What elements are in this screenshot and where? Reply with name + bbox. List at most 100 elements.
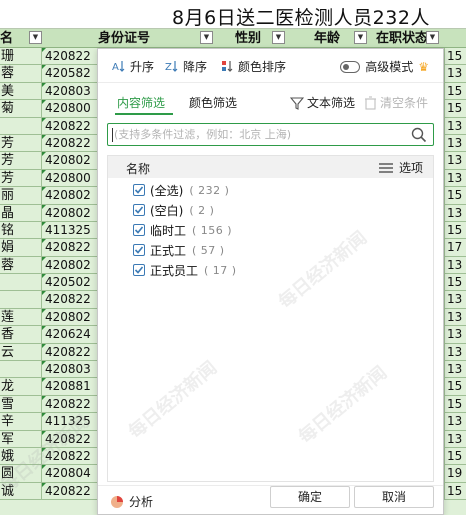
cell-right[interactable]: 15 <box>444 82 466 100</box>
cell-name[interactable]: 娟 <box>0 239 42 256</box>
cell-name[interactable]: 辛 <box>0 413 42 430</box>
cell-name[interactable]: 蓉 <box>0 65 42 82</box>
filter-dropdown-job[interactable]: ▼ <box>426 31 439 44</box>
cell-right[interactable]: 13 <box>444 361 466 378</box>
toggle-switch[interactable] <box>340 60 361 73</box>
cell-name[interactable]: 诚 <box>0 482 42 500</box>
ok-button[interactable]: 确定 <box>270 486 350 508</box>
cell-id[interactable]: 420822 <box>42 134 98 152</box>
cell-name[interactable]: 铭 <box>0 221 42 239</box>
cell-id[interactable]: 420582 <box>42 65 98 82</box>
cell-right[interactable]: 13 <box>444 308 466 326</box>
cell-id[interactable]: 420822 <box>42 48 98 65</box>
cell-right[interactable]: 15 <box>444 447 466 465</box>
cell-id[interactable]: 420881 <box>42 378 98 395</box>
cell-name[interactable]: 龙 <box>0 378 42 395</box>
cell-name[interactable]: 芳 <box>0 169 42 187</box>
cell-name[interactable] <box>0 274 42 291</box>
cell-right[interactable]: 13 <box>444 291 466 308</box>
cell-id[interactable]: 420502 <box>42 274 98 291</box>
search-icon[interactable] <box>411 127 427 143</box>
cell-name[interactable]: 莲 <box>0 308 42 326</box>
cancel-button[interactable]: 取消 <box>354 486 434 508</box>
cell-name[interactable]: 芳 <box>0 152 42 169</box>
cell-id[interactable]: 420822 <box>42 482 98 500</box>
cell-right[interactable]: 15 <box>444 187 466 204</box>
cell-right[interactable]: 13 <box>444 65 466 82</box>
cell-right[interactable]: 15 <box>444 48 466 65</box>
cell-name[interactable]: 珊 <box>0 48 42 65</box>
cell-right[interactable]: 13 <box>444 152 466 169</box>
sort-desc-button[interactable]: Z 降序 <box>165 58 207 74</box>
checkbox[interactable] <box>133 224 145 236</box>
cell-right[interactable]: 13 <box>444 134 466 152</box>
cell-name[interactable]: 雪 <box>0 395 42 413</box>
filter-dropdown-id[interactable]: ▼ <box>200 31 213 44</box>
cell-name[interactable] <box>0 117 42 134</box>
filter-list-item[interactable]: 正式工 ( 57 ) <box>108 240 433 260</box>
cell-id[interactable]: 420822 <box>42 343 98 361</box>
checkbox[interactable] <box>133 204 145 216</box>
advanced-mode-toggle[interactable]: 高级模式 ♛ <box>340 58 429 75</box>
tab-color-filter[interactable]: 颜色筛选 <box>189 94 237 111</box>
cell-right[interactable]: 13 <box>444 204 466 221</box>
filter-search-input[interactable] <box>114 127 404 142</box>
filter-dropdown-sex[interactable]: ▼ <box>272 31 285 44</box>
cell-id[interactable]: 420822 <box>42 291 98 308</box>
filter-dropdown-name[interactable]: ▼ <box>29 31 42 44</box>
filter-list-item[interactable]: (全选) ( 232 ) <box>108 180 433 200</box>
cell-id[interactable]: 420822 <box>42 395 98 413</box>
cell-id[interactable]: 420802 <box>42 152 98 169</box>
cell-name[interactable]: 美 <box>0 82 42 100</box>
cell-name[interactable]: 丽 <box>0 187 42 204</box>
cell-id[interactable]: 420822 <box>42 117 98 134</box>
cell-right[interactable]: 15 <box>444 395 466 413</box>
cell-id[interactable]: 411325 <box>42 221 98 239</box>
cell-right[interactable]: 15 <box>444 378 466 395</box>
tab-content-filter[interactable]: 内容筛选 <box>117 94 165 111</box>
cell-id[interactable]: 420803 <box>42 361 98 378</box>
cell-id[interactable]: 420802 <box>42 308 98 326</box>
analyze-button[interactable]: 分析 <box>110 493 153 510</box>
filter-dropdown-age[interactable]: ▼ <box>354 31 367 44</box>
cell-name[interactable] <box>0 291 42 308</box>
cell-id[interactable]: 420822 <box>42 447 98 465</box>
cell-name[interactable]: 圆 <box>0 465 42 482</box>
cell-right[interactable]: 17 <box>444 239 466 256</box>
cell-name[interactable]: 蓉 <box>0 256 42 274</box>
cell-id[interactable]: 420802 <box>42 187 98 204</box>
cell-right[interactable]: 15 <box>444 482 466 500</box>
cell-name[interactable]: 娥 <box>0 447 42 465</box>
text-filter-button[interactable]: 文本筛选 <box>290 94 355 111</box>
cell-name[interactable]: 晶 <box>0 204 42 221</box>
checkbox[interactable] <box>133 184 145 196</box>
cell-id[interactable]: 420822 <box>42 430 98 447</box>
cell-id[interactable]: 420800 <box>42 169 98 187</box>
cell-id[interactable]: 420803 <box>42 82 98 100</box>
cell-right[interactable]: 13 <box>444 117 466 134</box>
options-button[interactable]: 选项 <box>378 159 423 176</box>
cell-id[interactable]: 420822 <box>42 239 98 256</box>
cell-right[interactable]: 13 <box>444 430 466 447</box>
cell-right[interactable]: 13 <box>444 326 466 343</box>
filter-list-item[interactable]: (空白) ( 2 ) <box>108 200 433 220</box>
cell-id[interactable]: 411325 <box>42 413 98 430</box>
cell-right[interactable]: 13 <box>444 169 466 187</box>
color-sort-button[interactable]: 颜色排序 <box>222 58 286 74</box>
sort-asc-button[interactable]: A 升序 <box>112 58 154 74</box>
cell-right[interactable]: 13 <box>444 256 466 274</box>
filter-list-item[interactable]: 临时工 ( 156 ) <box>108 220 433 240</box>
cell-name[interactable]: 云 <box>0 343 42 361</box>
cell-id[interactable]: 420802 <box>42 204 98 221</box>
cell-right[interactable]: 13 <box>444 413 466 430</box>
cell-name[interactable]: 菊 <box>0 100 42 117</box>
cell-right[interactable]: 15 <box>444 221 466 239</box>
cell-right[interactable]: 13 <box>444 343 466 361</box>
cell-name[interactable] <box>0 361 42 378</box>
clear-conditions-button[interactable]: 清空条件 <box>364 94 428 111</box>
cell-right[interactable]: 15 <box>444 100 466 117</box>
cell-id[interactable]: 420804 <box>42 465 98 482</box>
checkbox[interactable] <box>133 244 145 256</box>
cell-right[interactable]: 15 <box>444 274 466 291</box>
cell-id[interactable]: 420800 <box>42 100 98 117</box>
